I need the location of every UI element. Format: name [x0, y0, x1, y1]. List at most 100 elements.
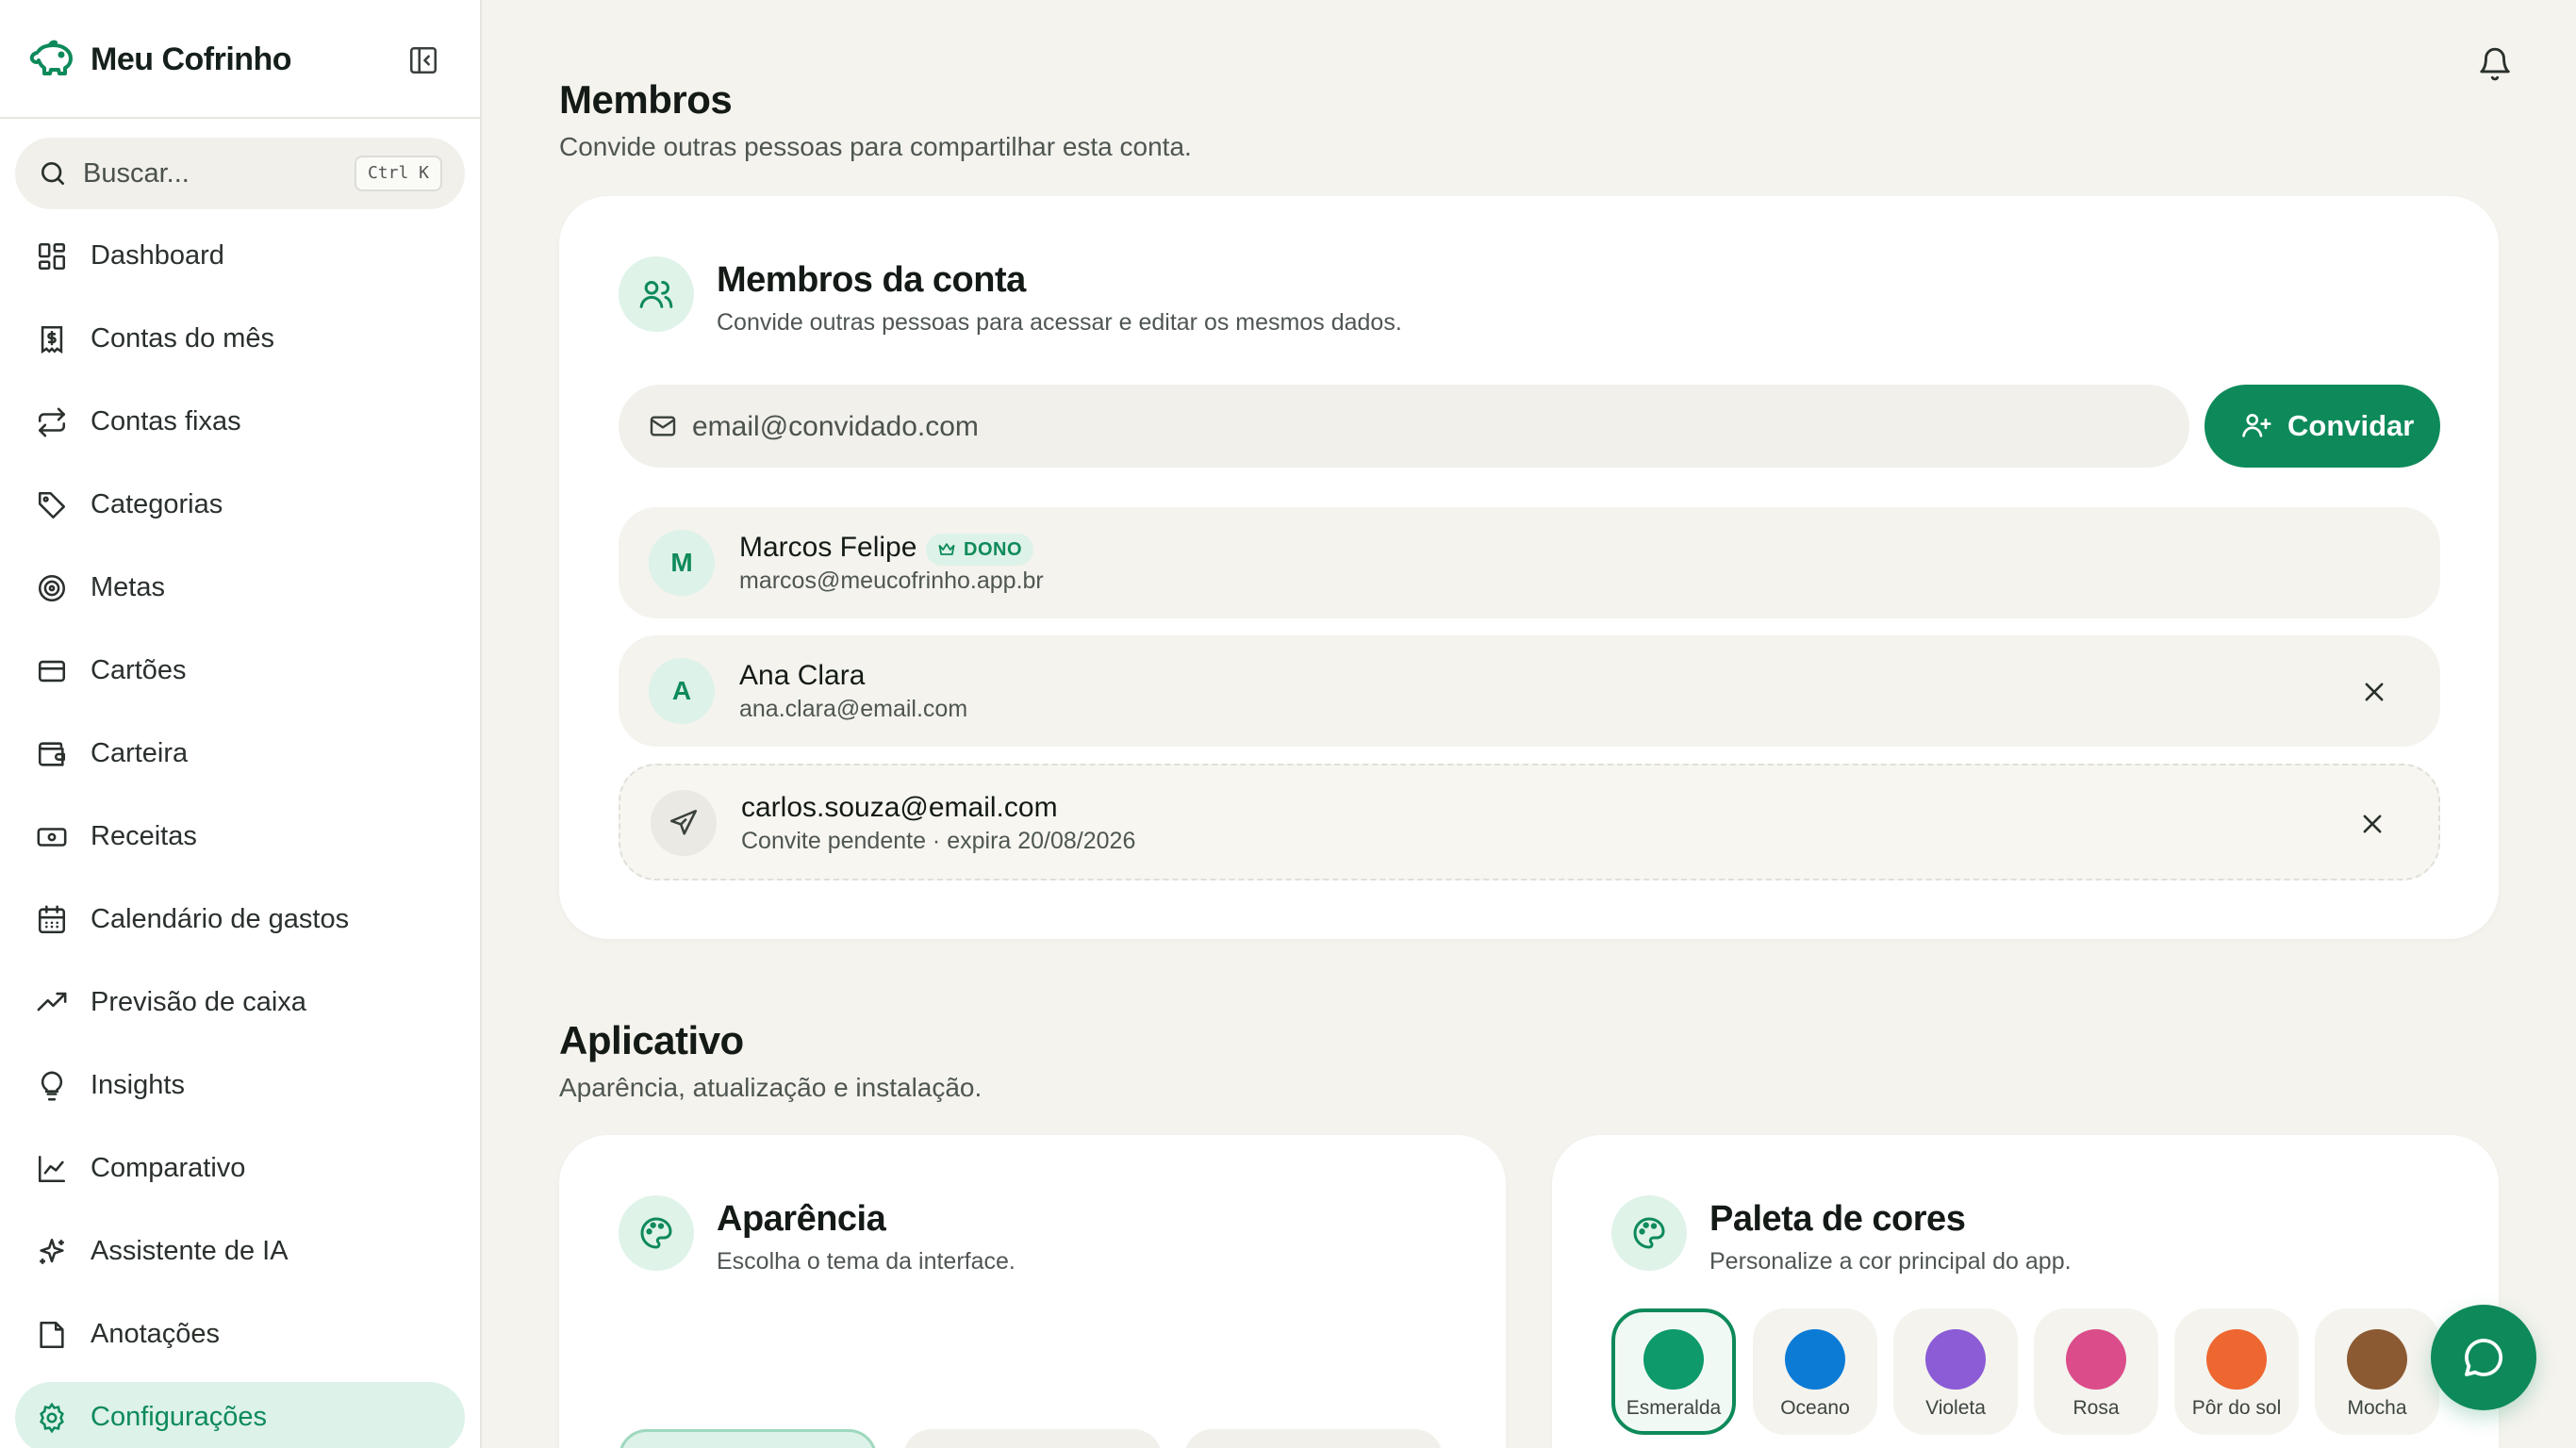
sidebar-item-label: Contas fixas — [91, 406, 241, 436]
swatch-label: Mocha — [2347, 1397, 2407, 1419]
sidebar-item-comparativo[interactable]: Comparativo — [15, 1133, 465, 1205]
sidebar-item-label: Dashboard — [91, 240, 224, 271]
piggy-bank-logo-icon — [29, 40, 73, 75]
swatch-label: Oceano — [1780, 1397, 1850, 1419]
sidebar-item-label: Assistente de IA — [91, 1236, 289, 1266]
sidebar-item-contas-fixas[interactable]: Contas fixas — [15, 387, 465, 458]
color-swatch-mocha[interactable]: Mocha — [2315, 1308, 2439, 1435]
owner-badge-label: DONO — [964, 539, 1022, 560]
color-swatch-esmeralda[interactable]: Esmeralda — [1611, 1308, 1736, 1435]
swatch-label: Violeta — [1925, 1397, 1986, 1419]
member-email: marcos@meucofrinho.app.br — [739, 568, 1044, 594]
sidebar-item-calendario[interactable]: Calendário de gastos — [15, 884, 465, 956]
receipt-icon — [41, 325, 63, 354]
sidebar-item-label: Calendário de gastos — [91, 904, 350, 934]
user-plus-icon — [2242, 414, 2271, 437]
member-row: A Ana Clara ana.clara@email.com — [619, 635, 2440, 747]
member-name: Ana Clara — [739, 660, 866, 691]
users-icon-badge — [619, 256, 694, 332]
members-section-subtitle: Convide outras pessoas para compartilhar… — [559, 132, 1192, 161]
avatar: A — [649, 658, 715, 724]
repeat-icon — [38, 407, 66, 437]
member-row-owner: M Marcos Felipe DONO marcos@meucofrinho.… — [619, 507, 2440, 618]
sidebar-item-cartoes[interactable]: Cartões — [15, 635, 465, 707]
sidebar-item-label: Insights — [91, 1070, 185, 1100]
color-dot — [2347, 1329, 2407, 1390]
chat-support-button[interactable] — [2431, 1305, 2536, 1410]
appearance-subtitle: Escolha o tema da interface. — [717, 1248, 1016, 1275]
sidebar-item-receitas[interactable]: Receitas — [15, 801, 465, 873]
credit-card-icon — [38, 660, 66, 683]
palette-icon-badge — [1611, 1195, 1687, 1271]
owner-badge: DONO — [926, 534, 1033, 566]
sidebar-item-insights[interactable]: Insights — [15, 1050, 465, 1122]
sidebar-item-contas-do-mes[interactable]: Contas do mês — [15, 304, 465, 375]
sidebar-item-previsao[interactable]: Previsão de caixa — [15, 967, 465, 1039]
send-icon — [669, 809, 698, 835]
app-section-subtitle: Aparência, atualização e instalação. — [559, 1073, 983, 1102]
swatch-label: Esmeralda — [1626, 1397, 1722, 1419]
sidebar-item-label: Cartões — [91, 655, 187, 685]
invite-email-input[interactable]: email@convidado.com — [619, 385, 2189, 468]
palette-icon — [1633, 1217, 1665, 1249]
color-dot — [2206, 1329, 2267, 1390]
appearance-title: Aparência — [717, 1199, 886, 1239]
color-dot — [1643, 1329, 1704, 1390]
banknote-icon — [37, 828, 67, 847]
palette-icon-badge — [619, 1195, 694, 1271]
palette-title: Paleta de cores — [1709, 1199, 1966, 1239]
invite-button[interactable]: Convidar — [2204, 385, 2440, 468]
dashboard-grid-icon — [38, 242, 66, 271]
color-swatch-violeta[interactable]: Violeta — [1893, 1308, 2018, 1435]
sidebar-item-label: Comparativo — [91, 1153, 246, 1183]
sidebar-item-anotacoes[interactable]: Anotações — [15, 1299, 465, 1371]
color-dot — [2066, 1329, 2126, 1390]
members-card-title: Membros da conta — [717, 260, 1026, 300]
sidebar-item-label: Carteira — [91, 738, 189, 768]
settings-gear-icon — [40, 1402, 64, 1434]
palette-subtitle: Personalize a cor principal do app. — [1709, 1248, 2072, 1275]
members-section-title: Membros — [559, 77, 733, 122]
sidebar-item-categorias[interactable]: Categorias — [15, 469, 465, 541]
pending-avatar — [651, 790, 717, 856]
invite-email-placeholder: email@convidado.com — [692, 411, 979, 442]
color-dot — [1925, 1329, 1986, 1390]
sidebar-item-assistente-ia[interactable]: Assistente de IA — [15, 1216, 465, 1288]
sidebar-item-dashboard[interactable]: Dashboard — [15, 221, 465, 292]
invite-button-label: Convidar — [2287, 409, 2415, 442]
search-input[interactable]: Buscar... Ctrl K — [15, 138, 465, 209]
chat-bubble-icon — [2465, 1339, 2503, 1376]
sidebar-item-configuracoes[interactable]: Configurações — [15, 1382, 465, 1448]
app-name: Meu Cofrinho — [91, 41, 292, 77]
color-swatch-oceano[interactable]: Oceano — [1753, 1308, 1877, 1435]
wallet-icon — [38, 742, 66, 766]
color-swatch-por-do-sol[interactable]: Pôr do sol — [2174, 1308, 2299, 1435]
sidebar-item-carteira[interactable]: Carteira — [15, 718, 465, 790]
palette-icon — [640, 1217, 672, 1249]
notification-bell-icon[interactable] — [2477, 45, 2513, 83]
lightbulb-icon — [41, 1071, 63, 1101]
search-icon — [41, 162, 64, 185]
sidebar-item-label: Anotações — [91, 1319, 221, 1349]
theme-option-system[interactable] — [1184, 1429, 1443, 1448]
sparkles-icon — [40, 1238, 64, 1264]
sidebar-item-metas[interactable]: Metas — [15, 552, 465, 624]
mail-icon — [650, 416, 676, 436]
remove-member-close-icon[interactable] — [2361, 679, 2387, 705]
cancel-invite-close-icon[interactable] — [2359, 811, 2386, 837]
avatar: M — [649, 530, 715, 596]
swatch-label: Rosa — [2072, 1397, 2120, 1419]
sidebar-item-label: Categorias — [91, 489, 223, 519]
theme-option-light[interactable] — [619, 1429, 877, 1448]
pending-status: Convite pendente · expira 20/08/2026 — [741, 828, 1136, 854]
color-dot — [1785, 1329, 1845, 1390]
color-swatch-rosa[interactable]: Rosa — [2034, 1308, 2158, 1435]
sidebar: Meu Cofrinho Buscar... Ctrl K Dashboard … — [0, 0, 482, 1448]
sidebar-item-label: Receitas — [91, 821, 197, 851]
member-name: Marcos Felipe — [739, 532, 917, 563]
brand-header: Meu Cofrinho — [0, 0, 480, 119]
tag-icon — [38, 491, 66, 519]
theme-option-dark[interactable] — [903, 1429, 1162, 1448]
crown-icon — [938, 543, 955, 555]
collapse-sidebar-icon[interactable] — [407, 44, 439, 76]
